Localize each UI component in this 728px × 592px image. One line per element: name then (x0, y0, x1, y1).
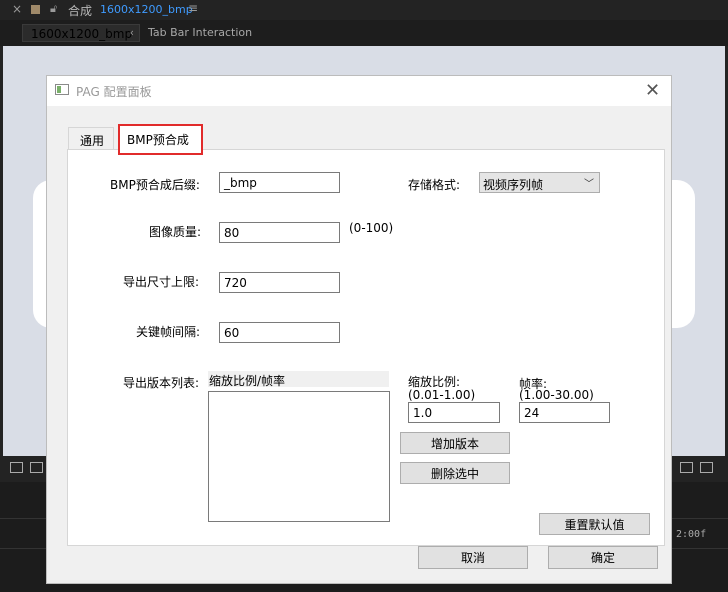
dialog-title-bar: PAG 配置面板 ✕ (47, 76, 671, 106)
quality-input[interactable]: 80 (219, 222, 340, 243)
lock-icon[interactable]: 🔓︎ (50, 2, 57, 16)
add-version-label: 增加版本 (430, 437, 479, 451)
fps-value: 24 (524, 406, 540, 420)
network-icon[interactable] (700, 462, 713, 473)
close-icon[interactable]: ✕ (645, 80, 660, 101)
host-tab-bar: 1600x1200_bmp ‹ Tab Bar Interaction (0, 20, 728, 46)
versions-header-text: 缩放比例/帧率 (209, 374, 286, 388)
keyframe-input[interactable]: 60 (219, 322, 340, 343)
close-icon[interactable]: × (12, 2, 22, 16)
scale-range: (0.01-1.00) (408, 388, 476, 402)
host-title-bar: × 🔓︎ 合成 1600x1200_bmp ≡ (0, 0, 728, 20)
app-icon (55, 84, 69, 95)
add-version-button[interactable]: 增加版本 (400, 432, 510, 454)
keyframe-value: 60 (224, 326, 240, 340)
suffix-value: _bmp (224, 176, 257, 190)
format-value: 视频序列帧 (483, 178, 544, 192)
quality-label: 图像质量: (149, 225, 202, 239)
reset-default-label: 重置默认值 (564, 518, 625, 532)
menu-icon[interactable]: ≡ (188, 1, 198, 15)
fps-input[interactable]: 24 (519, 402, 610, 423)
format-label: 存储格式: (408, 178, 461, 192)
suffix-label: BMP预合成后缀: (110, 178, 200, 192)
suffix-input[interactable]: _bmp (219, 172, 340, 193)
delete-selected-button[interactable]: 删除选中 (400, 462, 510, 484)
versions-list[interactable] (208, 391, 390, 522)
cancel-label: 取消 (460, 551, 485, 565)
versions-list-header: 缩放比例/帧率 (208, 371, 389, 388)
display-icon[interactable] (30, 462, 43, 473)
color-label-icon (31, 5, 40, 14)
flowchart-icon[interactable] (680, 462, 693, 473)
snapshot-icon[interactable] (10, 462, 23, 473)
fps-range: (1.00-30.00) (519, 388, 594, 402)
max-size-input[interactable]: 720 (219, 272, 340, 293)
host-tab-interaction[interactable]: Tab Bar Interaction (148, 26, 252, 39)
quality-value: 80 (224, 226, 240, 240)
pag-config-dialog: PAG 配置面板 ✕ 通用 BMP预合成 BMP预合成后缀: _bmp 存储格式… (46, 75, 672, 584)
cancel-button[interactable]: 取消 (418, 546, 528, 569)
ok-label: 确定 (590, 551, 615, 565)
chevron-down-icon: ﹀ (584, 179, 594, 190)
host-tab-label: 1600x1200_bmp (31, 27, 133, 41)
reset-default-button[interactable]: 重置默认值 (539, 513, 650, 535)
time-display: 2:00f (676, 529, 707, 540)
delete-selected-label: 删除选中 (430, 467, 479, 481)
chevron-left-icon[interactable]: ‹ (130, 26, 134, 39)
max-size-value: 720 (224, 276, 247, 290)
tab-general[interactable]: 通用 (68, 127, 114, 150)
ok-button[interactable]: 确定 (548, 546, 658, 569)
tab-label: BMP预合成 (127, 133, 189, 147)
max-size-label: 导出尺寸上限: (123, 275, 200, 289)
tab-label: 通用 (80, 134, 105, 148)
host-tab-comp[interactable]: 1600x1200_bmp ‹ (22, 24, 140, 42)
keyframe-label: 关键帧间隔: (136, 325, 201, 339)
tab-bmp-precomp[interactable]: BMP预合成 (118, 124, 203, 155)
host-comp-name: 1600x1200_bmp (100, 3, 193, 16)
host-title: 合成 (68, 4, 93, 18)
quality-range: (0-100) (349, 221, 394, 235)
scale-input[interactable]: 1.0 (408, 402, 500, 423)
dialog-title: PAG 配置面板 (76, 85, 152, 99)
scale-value: 1.0 (413, 406, 433, 420)
versions-label: 导出版本列表: (123, 376, 200, 390)
format-select[interactable]: 视频序列帧 ﹀ (479, 172, 600, 193)
